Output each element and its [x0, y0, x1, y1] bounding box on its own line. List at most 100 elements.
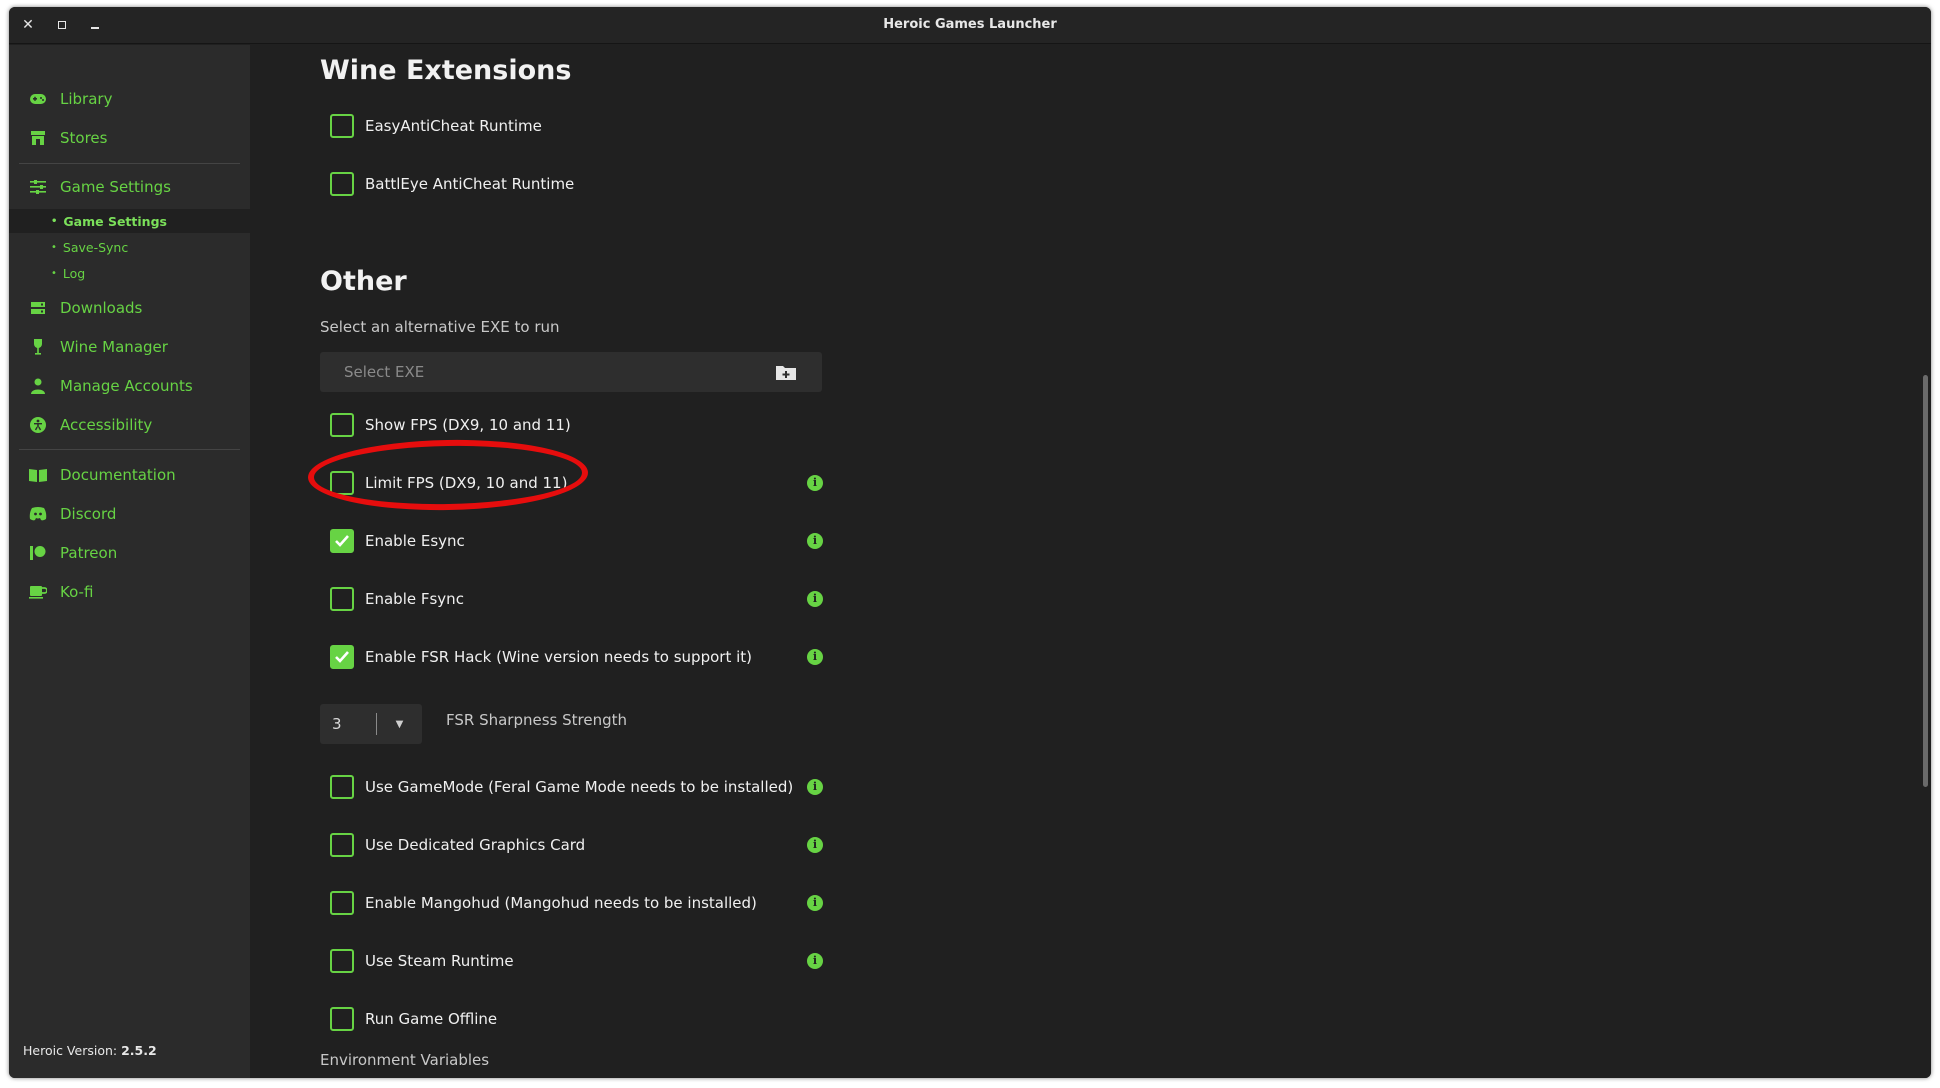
section-title-other: Other: [320, 266, 407, 297]
sidebar-item-label: Wine Manager: [60, 338, 168, 356]
fsr-sharpness-select[interactable]: 3 ▼: [320, 704, 422, 744]
settings-panel: Wine Extensions EasyAntiCheat Runtime Ba…: [250, 45, 1931, 1078]
esync-checkbox[interactable]: [330, 529, 354, 553]
section-title-wine-extensions: Wine Extensions: [320, 55, 572, 86]
run-offline-checkbox[interactable]: [330, 1007, 354, 1031]
fsr-hack-checkbox[interactable]: [330, 645, 354, 669]
folder-plus-icon[interactable]: [774, 362, 798, 382]
sidebar-item-label: Library: [60, 90, 113, 108]
fsr-hack-option[interactable]: Enable FSR Hack (Wine version needs to s…: [330, 643, 752, 671]
sidebar-subitem-game-settings[interactable]: • Game Settings: [9, 209, 250, 233]
downloads-icon: [28, 298, 48, 318]
chevron-down-icon: ▼: [395, 718, 404, 730]
mangohud-checkbox[interactable]: [330, 891, 354, 915]
sidebar-item-label: Patreon: [60, 544, 118, 562]
sidebar-item-label: Downloads: [60, 299, 143, 317]
sidebar-divider: [19, 163, 240, 164]
sidebar-item-accessibility[interactable]: Accessibility: [9, 408, 250, 442]
option-label: Use Steam Runtime: [365, 952, 514, 970]
fsync-info-icon[interactable]: i: [807, 591, 823, 607]
alt-exe-label: Select an alternative EXE to run: [320, 318, 560, 336]
dedicated-gpu-checkbox[interactable]: [330, 833, 354, 857]
sidebar-subitem-label: Log: [62, 265, 86, 281]
gamemode-checkbox[interactable]: [330, 775, 354, 799]
esync-option[interactable]: Enable Esync: [330, 527, 465, 555]
limit-fps-info-icon[interactable]: i: [807, 475, 823, 491]
fsr-sharpness-value: 3: [332, 715, 342, 733]
sidebar-item-game-settings[interactable]: Game Settings: [9, 170, 250, 204]
sidebar-item-wine-manager[interactable]: Wine Manager: [9, 330, 250, 364]
select-exe-placeholder: Select EXE: [344, 363, 425, 381]
option-label: Use Dedicated Graphics Card: [365, 836, 586, 854]
option-label: BattlEye AntiCheat Runtime: [365, 175, 575, 193]
mangohud-info-icon[interactable]: i: [807, 895, 823, 911]
sidebar-subitem-log[interactable]: • Log: [9, 261, 250, 285]
option-label: Enable FSR Hack (Wine version needs to s…: [365, 648, 752, 666]
gamemode-option[interactable]: Use GameMode (Feral Game Mode needs to b…: [330, 773, 793, 801]
option-label: Enable Fsync: [365, 590, 464, 608]
wine-glass-icon: [28, 337, 48, 357]
sidebar-item-stores[interactable]: Stores: [9, 121, 250, 155]
scrollbar[interactable]: [1923, 375, 1928, 787]
sidebar-item-documentation[interactable]: Documentation: [9, 458, 250, 492]
fsr-sharpness-label: FSR Sharpness Strength: [446, 711, 628, 729]
sidebar-item-manage-accounts[interactable]: Manage Accounts: [9, 369, 250, 403]
version-label: Heroic Version:: [23, 1043, 118, 1058]
patreon-icon: [28, 543, 48, 563]
sidebar-subitem-save-sync[interactable]: • Save-Sync: [9, 235, 250, 259]
mangohud-option[interactable]: Enable Mangohud (Mangohud needs to be in…: [330, 889, 757, 917]
fsr-hack-info-icon[interactable]: i: [807, 649, 823, 665]
sidebar-item-patreon[interactable]: Patreon: [9, 536, 250, 570]
sliders-icon: [28, 177, 48, 197]
version-value: 2.5.2: [121, 1043, 157, 1058]
sidebar: Library Stores Game Settings • Game Sett…: [9, 45, 250, 1078]
option-label: Run Game Offline: [365, 1010, 498, 1028]
show-fps-checkbox[interactable]: [330, 413, 354, 437]
sidebar-item-downloads[interactable]: Downloads: [9, 291, 250, 325]
sidebar-item-discord[interactable]: Discord: [9, 497, 250, 531]
book-icon: [28, 465, 48, 485]
steam-runtime-info-icon[interactable]: i: [807, 953, 823, 969]
option-label: Enable Mangohud (Mangohud needs to be in…: [365, 894, 757, 912]
steam-runtime-option[interactable]: Use Steam Runtime: [330, 947, 514, 975]
store-icon: [28, 128, 48, 148]
easyanticheat-option[interactable]: EasyAntiCheat Runtime: [330, 112, 542, 140]
run-offline-option[interactable]: Run Game Offline: [330, 1005, 497, 1033]
battleye-option[interactable]: BattlEye AntiCheat Runtime: [330, 170, 574, 198]
dedicated-gpu-info-icon[interactable]: i: [807, 837, 823, 853]
sidebar-item-label: Ko-fi: [60, 583, 94, 601]
option-label: Show FPS (DX9, 10 and 11): [365, 416, 571, 434]
sidebar-item-label: Discord: [60, 505, 117, 523]
user-icon: [28, 376, 48, 396]
coffee-cup-icon: [28, 582, 48, 602]
sidebar-subitem-label: Game Settings: [63, 213, 167, 229]
sidebar-item-ko-fi[interactable]: Ko-fi: [9, 575, 250, 609]
esync-info-icon[interactable]: i: [807, 533, 823, 549]
select-exe-input[interactable]: Select EXE: [320, 352, 822, 392]
titlebar: ✕ Heroic Games Launcher: [9, 7, 1931, 44]
sidebar-subitem-label: Save-Sync: [62, 239, 129, 255]
sidebar-item-label: Manage Accounts: [60, 377, 193, 395]
sidebar-divider: [19, 449, 240, 450]
show-fps-option[interactable]: Show FPS (DX9, 10 and 11): [330, 411, 571, 439]
window-title: Heroic Games Launcher: [883, 17, 1057, 32]
sidebar-item-label: Stores: [60, 129, 108, 147]
dedicated-gpu-option[interactable]: Use Dedicated Graphics Card: [330, 831, 585, 859]
steam-runtime-checkbox[interactable]: [330, 949, 354, 973]
checkmark-icon: [335, 651, 349, 663]
gamemode-info-icon[interactable]: i: [807, 779, 823, 795]
easyanticheat-checkbox[interactable]: [330, 114, 354, 138]
discord-icon: [28, 504, 48, 524]
gamepad-icon: [28, 89, 48, 109]
sidebar-item-label: Accessibility: [60, 416, 153, 434]
battleye-checkbox[interactable]: [330, 172, 354, 196]
option-label: Use GameMode (Feral Game Mode needs to b…: [365, 778, 794, 796]
sidebar-item-library[interactable]: Library: [9, 82, 250, 116]
checkmark-icon: [335, 535, 349, 547]
env-vars-label: Environment Variables: [320, 1051, 490, 1069]
fsync-option[interactable]: Enable Fsync: [330, 585, 464, 613]
fsync-checkbox[interactable]: [330, 587, 354, 611]
option-label: EasyAntiCheat Runtime: [365, 117, 542, 135]
version-info: Heroic Version: 2.5.2: [23, 1043, 157, 1058]
sidebar-item-label: Game Settings: [60, 178, 171, 196]
